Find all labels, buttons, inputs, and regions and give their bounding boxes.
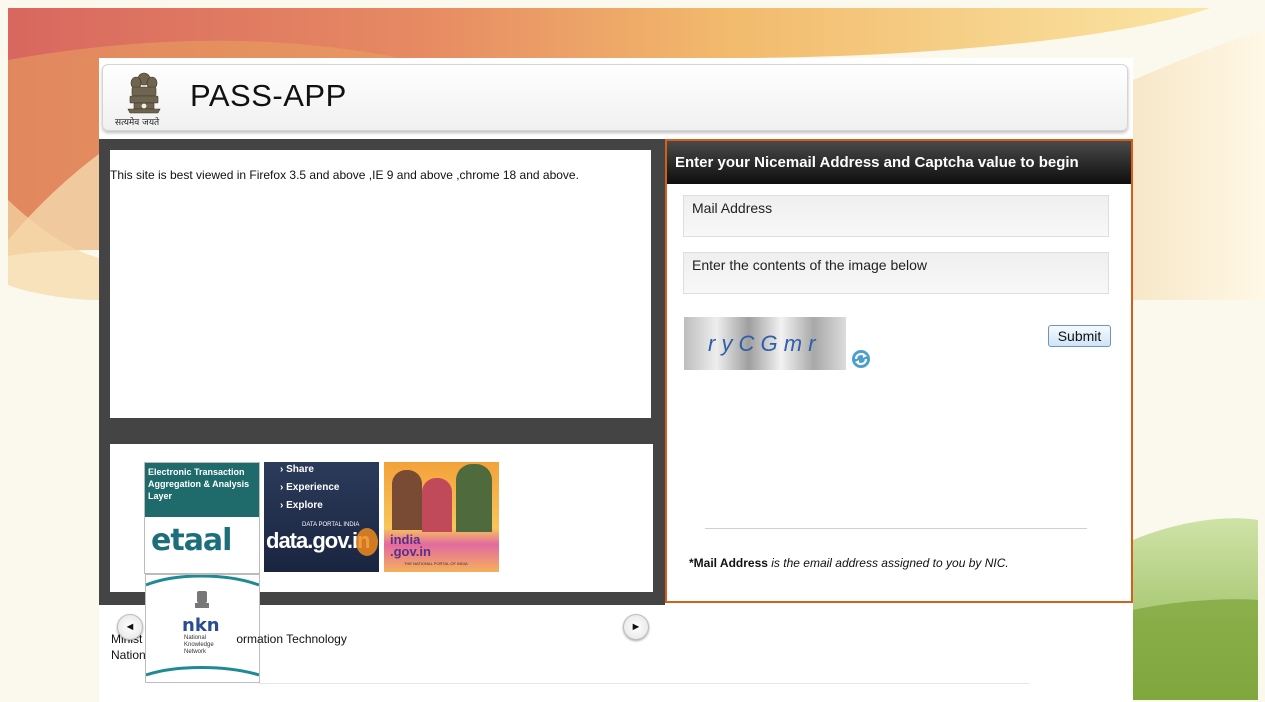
captcha-input[interactable]: Enter the contents of the image below xyxy=(683,252,1109,294)
login-panel: Enter your Nicemail Address and Captcha … xyxy=(665,139,1133,603)
emblem-caption: सत्यमेव जयते xyxy=(115,118,160,128)
indiagov-tagline: THE NATIONAL PORTAL OF INDIA xyxy=(404,561,468,566)
browser-notice: This site is best viewed in Firefox 3.5 … xyxy=(110,168,579,182)
mail-address-note: *Mail Address is the email address assig… xyxy=(689,556,1009,570)
note-rest: is the email address assigned to you by … xyxy=(767,556,1009,570)
indiagov-logo: india .gov.in xyxy=(390,532,431,559)
captcha-image: r y C G m r xyxy=(684,317,846,370)
indiagov-banner[interactable]: india .gov.in THE NATIONAL PORTAL OF IND… xyxy=(384,462,499,572)
nkn-banner[interactable]: nkn National Knowledge Network xyxy=(145,574,260,683)
etaal-caption: Electronic Transaction Aggregation & Ana… xyxy=(148,467,250,501)
app-title: PASS-APP xyxy=(190,78,347,113)
notice-box: This site is best viewed in Firefox 3.5 … xyxy=(110,150,651,418)
captcha-placeholder: Enter the contents of the image below xyxy=(692,257,928,273)
footer-text: Ministormation Technology Nation xyxy=(111,632,347,662)
footer-divider xyxy=(259,683,1029,684)
refresh-icon[interactable] xyxy=(850,348,872,370)
login-header: Enter your Nicemail Address and Captcha … xyxy=(667,141,1131,184)
mail-address-placeholder: Mail Address xyxy=(692,200,773,216)
captcha-text: r y C G m r xyxy=(708,331,816,356)
etaal-banner[interactable]: Electronic Transaction Aggregation & Ana… xyxy=(144,462,260,574)
submit-button[interactable]: Submit xyxy=(1048,325,1111,347)
emblem-icon: सत्यमेव जयते xyxy=(113,70,175,128)
mail-address-input[interactable]: Mail Address xyxy=(683,195,1109,237)
note-bold: *Mail Address xyxy=(689,556,768,570)
prev-arrow-icon[interactable]: ◄ xyxy=(117,614,143,640)
datagov-bullet: › Share xyxy=(280,464,314,475)
etaal-logo: etaal xyxy=(151,523,232,558)
login-heading: Enter your Nicemail Address and Captcha … xyxy=(675,154,1079,171)
datagov-bullet: › Experience xyxy=(280,482,340,493)
divider xyxy=(705,528,1087,529)
datagov-logo: data.gov.in xyxy=(266,528,370,553)
banner-strip: Electronic Transaction Aggregation & Ana… xyxy=(110,444,653,592)
next-arrow-icon[interactable]: ► xyxy=(623,614,649,640)
datagov-banner[interactable]: › Share › Experience › Explore DATA PORT… xyxy=(264,462,379,572)
datagov-bullet: › Explore xyxy=(280,500,323,511)
